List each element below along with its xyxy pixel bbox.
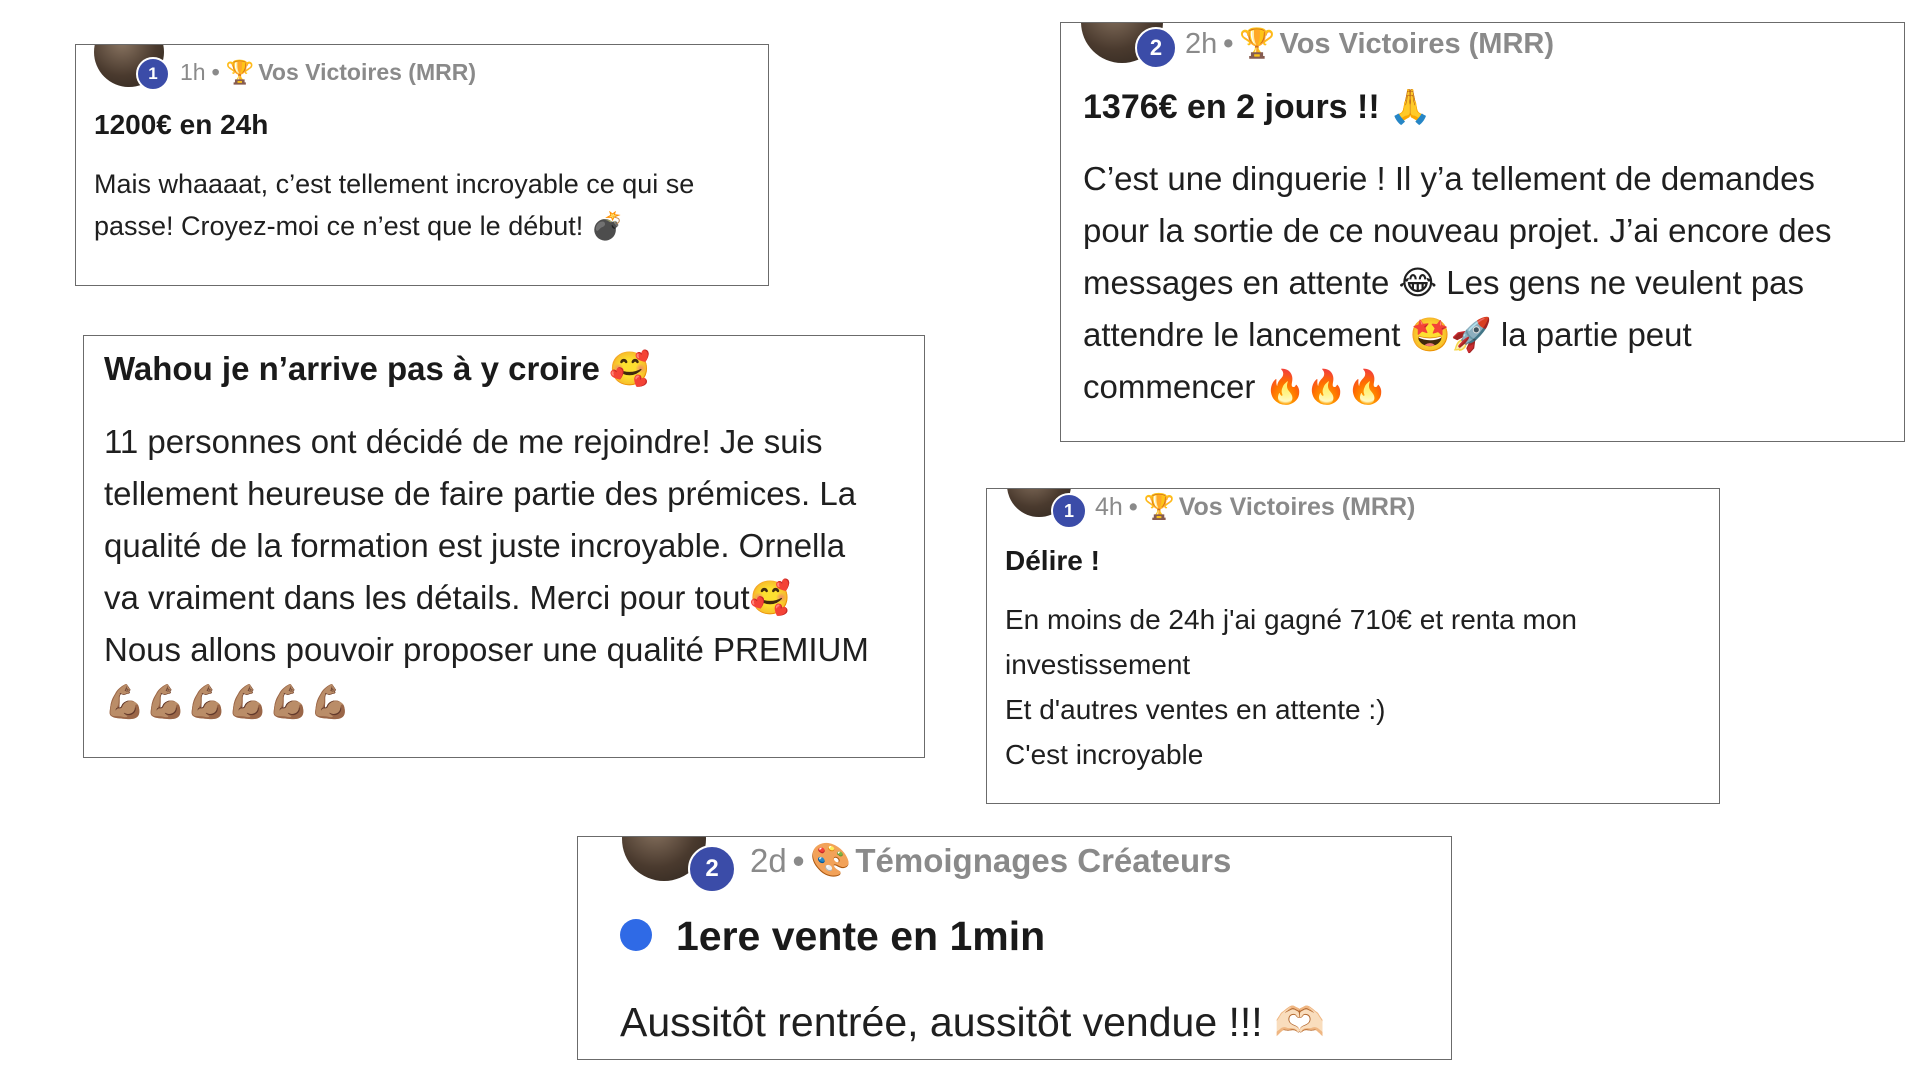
body-line: investissement bbox=[1005, 649, 1191, 680]
post-meta: 2d • 🎨 Témoignages Créateurs bbox=[750, 841, 1231, 880]
post-title[interactable]: Délire ! bbox=[1005, 545, 1100, 577]
trophy-icon: 🏆 bbox=[225, 59, 255, 85]
body-line: attendre le lancement 🤩🚀 la partie peut bbox=[1083, 316, 1692, 353]
body-line: C’est une dinguerie ! Il y’a tellement d… bbox=[1083, 160, 1815, 197]
post-body: C’est une dinguerie ! Il y’a tellement d… bbox=[1083, 153, 1893, 413]
palette-icon: 🎨 bbox=[810, 841, 852, 878]
post-card-delire: 1 4h • 🏆 Vos Victoires (MRR) Délire ! En… bbox=[986, 488, 1720, 804]
post-time: 2d bbox=[750, 841, 787, 879]
body-line: Aussitôt rentrée, aussitôt vendue !!! 🫶🏻 bbox=[620, 999, 1326, 1045]
post-time: 1h bbox=[180, 59, 206, 85]
post-count-badge: 1 bbox=[136, 57, 170, 91]
post-count-badge: 2 bbox=[688, 845, 736, 893]
meta-separator: • bbox=[1128, 493, 1138, 521]
post-body: Mais whaaaat, c’est tellement incroyable… bbox=[94, 163, 754, 247]
body-line: commencer 🔥🔥🔥 bbox=[1083, 368, 1388, 405]
post-meta: 2h • 🏆 Vos Victoires (MRR) bbox=[1185, 27, 1554, 61]
post-body: 11 personnes ont décidé de me rejoindre!… bbox=[104, 416, 914, 728]
post-title-text: 1ere vente en 1min bbox=[676, 913, 1046, 959]
post-count-badge: 2 bbox=[1135, 27, 1177, 69]
post-meta: 1h • 🏆 Vos Victoires (MRR) bbox=[180, 59, 476, 86]
trophy-icon: 🏆 bbox=[1239, 28, 1276, 60]
body-line: qualité de la formation est juste incroy… bbox=[104, 527, 846, 564]
unread-dot-icon bbox=[620, 919, 652, 952]
body-line: C'est incroyable bbox=[1005, 739, 1204, 770]
body-line: pour la sortie de ce nouveau projet. J’a… bbox=[1083, 212, 1832, 249]
meta-separator: • bbox=[792, 841, 805, 879]
post-card-1ere-vente: 2 2d • 🎨 Témoignages Créateurs 1ere vent… bbox=[577, 836, 1452, 1060]
post-title[interactable]: 1200€ en 24h bbox=[94, 109, 268, 141]
post-count-badge: 1 bbox=[1051, 493, 1087, 529]
body-line: Mais whaaaat, c’est tellement incroyable… bbox=[94, 169, 695, 199]
body-line: messages en attente 😂 Les gens ne veulen… bbox=[1083, 264, 1805, 301]
post-title[interactable]: 1ere vente en 1min bbox=[620, 913, 1045, 960]
body-line: passe! Croyez-moi ce n’est que le début!… bbox=[94, 211, 625, 241]
post-time: 4h bbox=[1095, 493, 1123, 521]
body-line: 11 personnes ont décidé de me rejoindre!… bbox=[104, 423, 823, 460]
body-line: Nous allons pouvoir proposer une qualité… bbox=[104, 631, 869, 668]
muscle-emoji-row: 💪🏽💪🏽💪🏽💪🏽💪🏽💪🏽 bbox=[104, 683, 351, 720]
category-link[interactable]: Témoignages Créateurs bbox=[855, 842, 1231, 880]
trophy-icon: 🏆 bbox=[1143, 493, 1175, 521]
post-body: En moins de 24h j'ai gagné 710€ et renta… bbox=[1005, 597, 1705, 777]
body-line: En moins de 24h j'ai gagné 710€ et renta… bbox=[1005, 604, 1577, 635]
post-meta: 4h • 🏆 Vos Victoires (MRR) bbox=[1095, 493, 1415, 522]
body-line: Et d'autres ventes en attente :) bbox=[1005, 694, 1386, 725]
body-line: tellement heureuse de faire partie des p… bbox=[104, 475, 857, 512]
post-card-wahou: Wahou je n’arrive pas à y croire 🥰 11 pe… bbox=[83, 335, 925, 758]
testimonials-collage: 1 1h • 🏆 Vos Victoires (MRR) 1200€ en 24… bbox=[0, 0, 1920, 1080]
category-link[interactable]: Vos Victoires (MRR) bbox=[258, 59, 476, 86]
post-card-1200: 1 1h • 🏆 Vos Victoires (MRR) 1200€ en 24… bbox=[75, 44, 769, 286]
body-line: va vraiment dans les détails. Merci pour… bbox=[104, 579, 791, 616]
category-link[interactable]: Vos Victoires (MRR) bbox=[1179, 493, 1416, 522]
post-body: Aussitôt rentrée, aussitôt vendue !!! 🫶🏻 bbox=[620, 997, 1440, 1047]
post-title[interactable]: Wahou je n’arrive pas à y croire 🥰 bbox=[104, 350, 650, 389]
meta-separator: • bbox=[1223, 27, 1234, 60]
post-card-1376: 2 2h • 🏆 Vos Victoires (MRR) 1376€ en 2 … bbox=[1060, 22, 1905, 442]
meta-separator: • bbox=[211, 59, 220, 85]
post-time: 2h bbox=[1185, 27, 1218, 60]
category-link[interactable]: Vos Victoires (MRR) bbox=[1280, 28, 1554, 61]
post-title[interactable]: 1376€ en 2 jours !! 🙏 bbox=[1083, 87, 1431, 127]
